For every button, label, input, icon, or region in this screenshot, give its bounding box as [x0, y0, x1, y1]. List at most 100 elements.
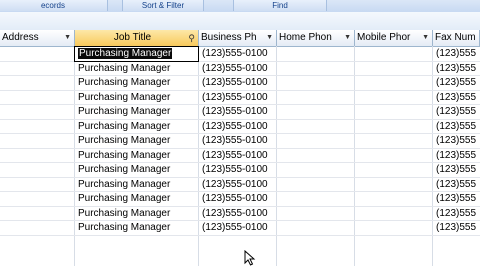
cell-mobile-phone[interactable]: [355, 105, 432, 119]
cell-mobile-phone[interactable]: [355, 221, 432, 235]
cell-fax-number[interactable]: (123)555: [433, 221, 480, 235]
column-header-business-phone[interactable]: Business Ph ▼: [199, 30, 277, 46]
chevron-down-icon[interactable]: ▼: [422, 30, 429, 46]
table-row[interactable]: Purchasing Manager (123)555-0100 (123)555: [0, 178, 480, 192]
cell-address[interactable]: [0, 47, 74, 61]
column-header-address[interactable]: Address ▼: [0, 30, 75, 46]
cell-job-title[interactable]: Purchasing Manager: [75, 207, 198, 221]
chevron-down-icon[interactable]: ▼: [266, 30, 273, 46]
cell-business-phone[interactable]: (123)555-0100: [199, 207, 276, 221]
cell-business-phone[interactable]: (123)555-0100: [199, 134, 276, 148]
cell-mobile-phone[interactable]: [355, 120, 432, 134]
cell-job-title[interactable]: Purchasing Manager: [75, 76, 198, 90]
filter-icon[interactable]: ⚲: [188, 30, 195, 46]
cell-job-title[interactable]: Purchasing Manager: [75, 91, 198, 105]
cell-address[interactable]: [0, 221, 74, 235]
table-row[interactable]: Purchasing Manager (123)555-0100 (123)555: [0, 46, 480, 62]
table-row[interactable]: Purchasing Manager (123)555-0100 (123)555: [0, 163, 480, 178]
cell-mobile-phone[interactable]: [355, 91, 432, 105]
cell-fax-number[interactable]: (123)555: [433, 47, 480, 61]
cell-home-phone[interactable]: [277, 178, 354, 192]
cell-mobile-phone[interactable]: [355, 134, 432, 148]
column-header-fax-number[interactable]: Fax Num: [433, 30, 480, 46]
cell-job-title[interactable]: Purchasing Manager: [75, 149, 198, 163]
cell-home-phone[interactable]: [277, 207, 354, 221]
cell-home-phone[interactable]: [277, 47, 354, 61]
cell-address[interactable]: [0, 76, 74, 90]
cell-fax-number[interactable]: (123)555: [433, 120, 480, 134]
cell-business-phone[interactable]: (123)555-0100: [199, 178, 276, 192]
cell-address[interactable]: [0, 207, 74, 221]
cell-fax-number[interactable]: (123)555: [433, 207, 480, 221]
cell-address[interactable]: [0, 163, 74, 177]
cell-business-phone[interactable]: (123)555-0100: [199, 91, 276, 105]
cell-fax-number[interactable]: (123)555: [433, 105, 480, 119]
cell-mobile-phone[interactable]: [355, 178, 432, 192]
cell-mobile-phone[interactable]: [355, 192, 432, 206]
table-row[interactable]: Purchasing Manager (123)555-0100 (123)555: [0, 62, 480, 76]
cell-fax-number[interactable]: (123)555: [433, 134, 480, 148]
cell-address[interactable]: [0, 192, 74, 206]
column-header-mobile-phone[interactable]: Mobile Phor ▼: [355, 30, 433, 46]
cell-job-title[interactable]: Purchasing Manager: [74, 46, 199, 62]
cell-fax-number[interactable]: (123)555: [433, 62, 480, 76]
column-header-job-title[interactable]: Job Title ⚲: [75, 30, 199, 46]
cell-business-phone[interactable]: (123)555-0100: [199, 62, 276, 76]
cell-business-phone[interactable]: (123)555-0100: [199, 120, 276, 134]
cell-mobile-phone[interactable]: [355, 76, 432, 90]
table-row[interactable]: Purchasing Manager (123)555-0100 (123)555: [0, 76, 480, 91]
cell-mobile-phone[interactable]: [355, 47, 432, 61]
table-row[interactable]: Purchasing Manager (123)555-0100 (123)555: [0, 105, 480, 120]
cell-home-phone[interactable]: [277, 192, 354, 206]
cell-job-title[interactable]: Purchasing Manager: [75, 134, 198, 148]
cell-business-phone[interactable]: (123)555-0100: [199, 221, 276, 235]
cell-address[interactable]: [0, 134, 74, 148]
cell-job-title[interactable]: Purchasing Manager: [75, 62, 198, 76]
table-row[interactable]: Purchasing Manager (123)555-0100 (123)555: [0, 120, 480, 134]
cell-fax-number[interactable]: (123)555: [433, 91, 480, 105]
cell-address[interactable]: [0, 91, 74, 105]
cell-home-phone[interactable]: [277, 149, 354, 163]
cell-mobile-phone[interactable]: [355, 163, 432, 177]
table-row[interactable]: Purchasing Manager (123)555-0100 (123)555: [0, 149, 480, 163]
cell-home-phone[interactable]: [277, 105, 354, 119]
cell-business-phone[interactable]: (123)555-0100: [199, 76, 276, 90]
cell-mobile-phone[interactable]: [355, 62, 432, 76]
cell-address[interactable]: [0, 178, 74, 192]
cell-job-title[interactable]: Purchasing Manager: [75, 120, 198, 134]
cell-business-phone[interactable]: (123)555-0100: [199, 192, 276, 206]
cell-business-phone[interactable]: (123)555-0100: [199, 105, 276, 119]
cell-home-phone[interactable]: [277, 76, 354, 90]
cell-business-phone[interactable]: (123)555-0100: [199, 149, 276, 163]
cell-business-phone[interactable]: (123)555-0100: [199, 47, 276, 61]
cell-fax-number[interactable]: (123)555: [433, 76, 480, 90]
cell-job-title[interactable]: Purchasing Manager: [75, 178, 198, 192]
cell-home-phone[interactable]: [277, 91, 354, 105]
cell-fax-number[interactable]: (123)555: [433, 192, 480, 206]
table-row[interactable]: Purchasing Manager (123)555-0100 (123)555: [0, 91, 480, 105]
cell-address[interactable]: [0, 105, 74, 119]
cell-job-title[interactable]: Purchasing Manager: [75, 105, 198, 119]
chevron-down-icon[interactable]: ▼: [344, 30, 351, 46]
cell-job-title[interactable]: Purchasing Manager: [75, 221, 198, 235]
cell-home-phone[interactable]: [277, 221, 354, 235]
table-row[interactable]: Purchasing Manager (123)555-0100 (123)555: [0, 207, 480, 221]
chevron-down-icon[interactable]: ▼: [64, 30, 71, 46]
cell-home-phone[interactable]: [277, 62, 354, 76]
table-row[interactable]: Purchasing Manager (123)555-0100 (123)555: [0, 134, 480, 149]
cell-job-title[interactable]: Purchasing Manager: [75, 163, 198, 177]
cell-fax-number[interactable]: (123)555: [433, 178, 480, 192]
cell-fax-number[interactable]: (123)555: [433, 149, 480, 163]
cell-address[interactable]: [0, 149, 74, 163]
cell-home-phone[interactable]: [277, 163, 354, 177]
table-row[interactable]: Purchasing Manager (123)555-0100 (123)555: [0, 192, 480, 207]
cell-address[interactable]: [0, 62, 74, 76]
cell-job-title[interactable]: Purchasing Manager: [75, 192, 198, 206]
cell-address[interactable]: [0, 120, 74, 134]
table-row[interactable]: Purchasing Manager (123)555-0100 (123)555: [0, 221, 480, 236]
cell-home-phone[interactable]: [277, 120, 354, 134]
column-header-home-phone[interactable]: Home Phon ▼: [277, 30, 355, 46]
cell-mobile-phone[interactable]: [355, 207, 432, 221]
cell-mobile-phone[interactable]: [355, 149, 432, 163]
cell-business-phone[interactable]: (123)555-0100: [199, 163, 276, 177]
